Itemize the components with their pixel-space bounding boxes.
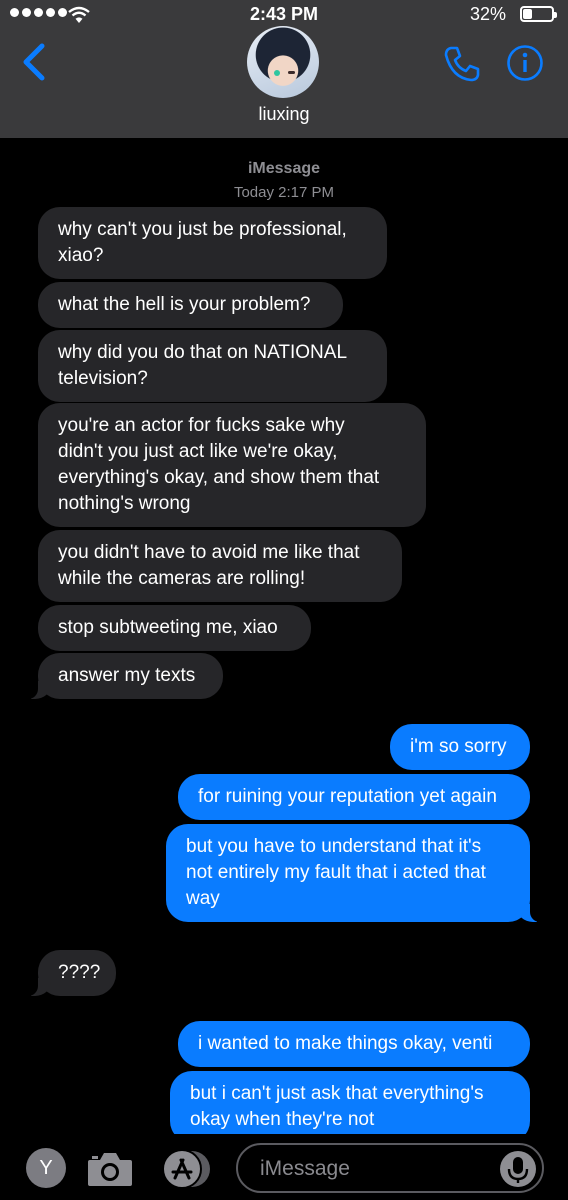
service-label: iMessage bbox=[247, 160, 321, 177]
message-text-line: not entirely my fault that i acted that bbox=[186, 862, 486, 883]
message-text-line: ???? bbox=[58, 962, 101, 983]
message-text-line: i'm so sorry bbox=[410, 736, 507, 757]
incoming-message-bubble[interactable]: ???? bbox=[12, 950, 116, 996]
message-text-line: everything's okay, and show them that bbox=[58, 467, 380, 488]
incoming-message-bubble[interactable]: stop subtweeting me, xiao bbox=[38, 605, 311, 651]
incoming-message-bubble[interactable]: you're an actor for fucks sake why didn't… bbox=[38, 403, 426, 527]
message-text-line: why did you do that on NATIONAL bbox=[58, 342, 348, 363]
conversation-timestamp: Today 2:17 PM bbox=[233, 184, 335, 201]
battery-icon bbox=[520, 6, 557, 22]
incoming-message-bubble[interactable]: answer my texts bbox=[12, 653, 223, 699]
message-text-line: okay when they're not bbox=[190, 1109, 375, 1130]
outgoing-message-bubble[interactable]: for ruining your reputation yet again bbox=[178, 774, 530, 820]
message-text-line: why can't you just be professional, bbox=[58, 219, 347, 240]
incoming-message-bubble[interactable]: what the hell is your problem? bbox=[38, 282, 343, 328]
contact-avatar[interactable] bbox=[247, 26, 319, 98]
message-text-line: what the hell is your problem? bbox=[58, 294, 311, 315]
incoming-message-bubble[interactable]: why can't you just be professional, xiao? bbox=[38, 207, 387, 279]
message-text-line: but you have to understand that it's bbox=[186, 836, 482, 857]
camera-icon[interactable] bbox=[86, 1150, 134, 1188]
battery-percentage: 32% bbox=[469, 4, 506, 24]
outgoing-message-bubble[interactable]: i wanted to make things okay, venti bbox=[178, 1021, 530, 1067]
message-text-line: nothing's wrong bbox=[58, 493, 191, 514]
app-store-icon[interactable] bbox=[160, 1148, 214, 1190]
outgoing-message-bubble[interactable]: but i can't just ask that everything's ok… bbox=[170, 1071, 530, 1143]
message-input-field[interactable] bbox=[236, 1143, 544, 1193]
message-text-line: didn't you just act like we're okay, bbox=[58, 441, 338, 462]
message-text-line: but i can't just ask that everything's bbox=[190, 1083, 484, 1104]
message-text-line: you're an actor for fucks sake why bbox=[58, 415, 345, 436]
message-text-line: television? bbox=[58, 368, 148, 389]
message-text-line: stop subtweeting me, xiao bbox=[58, 617, 278, 638]
message-text-line: while the cameras are rolling! bbox=[58, 568, 306, 589]
message-text-line: answer my texts bbox=[58, 665, 196, 686]
incoming-message-bubble[interactable]: why did you do that on NATIONAL televisio… bbox=[38, 330, 387, 402]
conversation-header: 2:43 PM 32% liuxing bbox=[0, 0, 568, 138]
contact-name[interactable]: liuxing bbox=[0, 104, 568, 125]
outgoing-message-bubble[interactable]: i'm so sorry bbox=[390, 724, 530, 770]
message-text-line: for ruining your reputation yet again bbox=[198, 786, 497, 807]
message-text-line: xiao? bbox=[58, 245, 104, 266]
message-input[interactable] bbox=[258, 1154, 492, 1184]
incoming-message-bubble[interactable]: you didn't have to avoid me like that whi… bbox=[38, 530, 402, 602]
chevron-left-icon[interactable] bbox=[20, 42, 48, 82]
message-text-line: way bbox=[186, 888, 220, 909]
phone-icon[interactable] bbox=[442, 44, 482, 84]
info-icon[interactable] bbox=[506, 44, 544, 82]
message-text-line: you didn't have to avoid me like that bbox=[58, 542, 360, 563]
microphone-icon[interactable] bbox=[500, 1151, 536, 1187]
message-text-line: i wanted to make things okay, venti bbox=[198, 1033, 493, 1054]
apps-button[interactable]: Y bbox=[26, 1148, 66, 1188]
outgoing-message-bubble[interactable]: but you have to understand that it's not … bbox=[166, 824, 556, 922]
